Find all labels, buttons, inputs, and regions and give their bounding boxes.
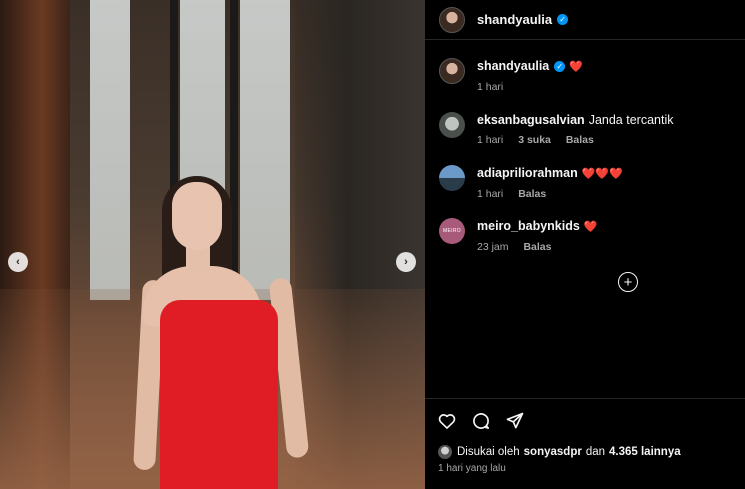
comment-item: MEIRO meiro_babynkids ❤️ 23 jam Balas: [439, 218, 598, 253]
likes-summary[interactable]: Disukai oleh sonyasdpr dan 4.365 lainnya: [438, 445, 685, 459]
previous-arrow-icon[interactable]: ‹: [8, 252, 28, 272]
load-more-comments-icon[interactable]: +: [618, 272, 638, 292]
verified-badge-icon: ✓: [554, 61, 566, 73]
share-paper-plane-icon[interactable]: [505, 411, 525, 431]
commenter-avatar[interactable]: MEIRO: [439, 218, 465, 244]
post-actions: Disukai oleh sonyasdpr dan 4.365 lainnya…: [425, 398, 745, 474]
photo-subject: [133, 170, 310, 489]
comment-username[interactable]: eksanbagusalvian: [477, 113, 585, 127]
comment-meta: 23 jam Balas: [477, 241, 598, 253]
comment-text: ❤️: [583, 221, 598, 233]
comment-text: ❤️❤️❤️: [581, 168, 623, 180]
comment-username[interactable]: adiapriliorahman: [477, 166, 578, 180]
like-heart-icon[interactable]: [437, 411, 457, 431]
likes-count[interactable]: 4.365 lainnya: [609, 446, 681, 458]
reply-button[interactable]: Balas: [523, 241, 551, 253]
liker-avatar: [438, 445, 452, 459]
commenter-avatar[interactable]: [439, 112, 465, 138]
comment-time: 1 hari: [477, 81, 504, 93]
comment-time: 23 jam: [477, 241, 509, 253]
comment-meta: 1 hari: [477, 81, 583, 93]
likes-prefix: Disukai oleh: [457, 446, 520, 458]
comment-time: 1 hari: [477, 134, 504, 146]
comment-text: Janda tercantik: [588, 113, 674, 127]
comment-meta: 1 hari Balas: [477, 188, 623, 200]
post-header: shandyaulia ✓: [425, 0, 745, 40]
comment-username[interactable]: meiro_babynkids: [477, 219, 580, 233]
verified-badge-icon: ✓: [557, 14, 569, 25]
reply-button[interactable]: Balas: [518, 188, 546, 200]
photo-window: [90, 0, 130, 300]
comment-item: shandyaulia ✓ ❤️ 1 hari: [439, 58, 583, 93]
liker-username[interactable]: sonyasdpr: [524, 446, 582, 458]
comment-meta: 1 hari 3 suka Balas: [477, 134, 673, 146]
author-avatar[interactable]: [439, 6, 465, 33]
comment-item: adiapriliorahman ❤️❤️❤️ 1 hari Balas: [439, 165, 623, 200]
comment-likes[interactable]: 3 suka: [518, 134, 551, 146]
comment-time: 1 hari: [477, 188, 504, 200]
commenter-avatar[interactable]: [439, 58, 465, 84]
comment-bubble-icon[interactable]: [471, 411, 491, 431]
post-side-panel: shandyaulia ✓ shandyaulia ✓ ❤️ 1 hari eksa…: [425, 0, 745, 489]
comment-item: eksanbagusalvian Janda tercantik 1 hari 3…: [439, 112, 673, 146]
post-timestamp: 1 hari yang lalu: [438, 463, 506, 474]
post-media[interactable]: ‹ ›: [0, 0, 425, 489]
comment-text: ❤️: [569, 61, 583, 73]
commenter-avatar[interactable]: [439, 165, 465, 191]
author-username[interactable]: shandyaulia: [477, 12, 552, 27]
next-arrow-icon[interactable]: ›: [396, 252, 416, 272]
reply-button[interactable]: Balas: [566, 134, 594, 146]
comment-username[interactable]: shandyaulia: [477, 59, 549, 73]
likes-conjunction: dan: [585, 446, 606, 458]
